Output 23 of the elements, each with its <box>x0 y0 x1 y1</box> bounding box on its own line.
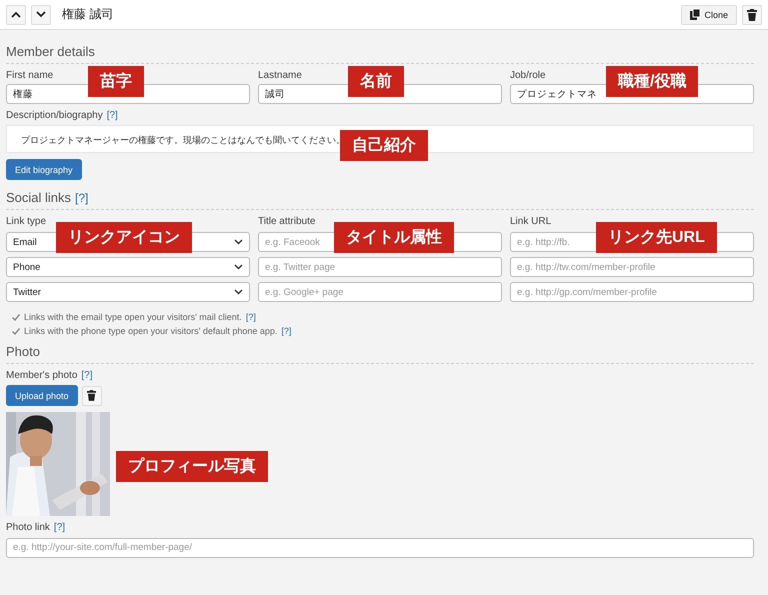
field-label: Description/biography <box>6 110 103 121</box>
column-label: Title attribute <box>258 216 316 227</box>
column-label: Link type <box>6 216 46 227</box>
field-label: Photo link <box>6 522 50 533</box>
note-text: Links with the email type open your visitors' mail client. <box>24 312 242 322</box>
field-label: Member's photo <box>6 370 78 381</box>
section-heading: Member details <box>6 44 754 64</box>
annotation-tooltip: 名前 <box>348 66 404 97</box>
annotation-tooltip: プロフィール写真 <box>116 451 268 482</box>
field-label: Lastname <box>258 70 302 81</box>
annotation-tooltip: 苗字 <box>88 66 144 97</box>
section-heading: Social links <box>6 190 72 205</box>
section-heading: Photo <box>6 344 754 364</box>
annotation-tooltip: リンクアイコン <box>56 222 192 253</box>
annotation-tooltip: リンク先URL <box>596 222 717 253</box>
annotation-tooltip: 職種/役職 <box>606 66 698 97</box>
annotation-tooltip: タイトル属性 <box>334 222 454 253</box>
field-label: First name <box>6 70 54 81</box>
note-text: Links with the phone type open your visitors' default phone app. <box>24 326 278 336</box>
column-label: Link URL <box>510 216 552 227</box>
member-title: 権藤 誠司 <box>62 6 114 23</box>
annotation-tooltip: 自己紹介 <box>340 130 428 161</box>
field-label: Job/role <box>510 70 546 81</box>
